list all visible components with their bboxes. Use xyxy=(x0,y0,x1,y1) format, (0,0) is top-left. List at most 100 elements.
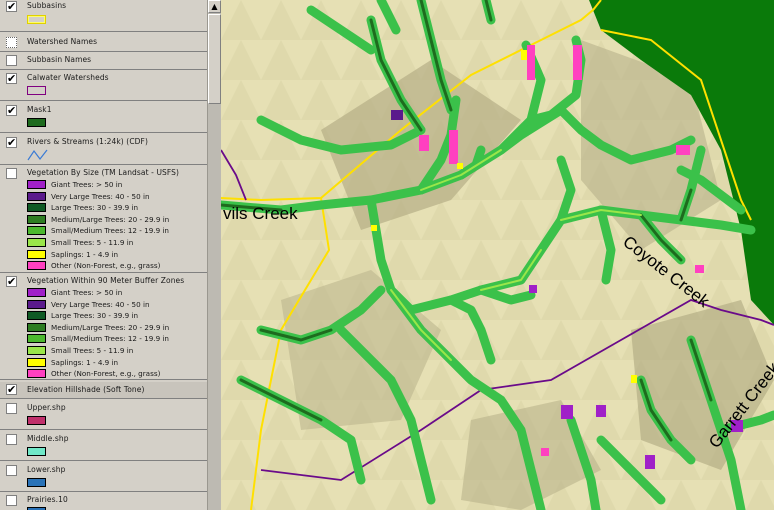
legend-class-swatch xyxy=(27,357,46,367)
legend-class-label: Large Trees: 30 - 39.9 in xyxy=(51,311,139,321)
separator xyxy=(0,100,207,101)
stream-line-icon xyxy=(27,149,48,161)
layer-elevation-label: Elevation Hillshade (Soft Tone) xyxy=(27,385,145,394)
map-canvas[interactable] xyxy=(221,0,774,510)
legend-class-row: Large Trees: 30 - 39.9 in xyxy=(27,202,207,213)
legend-class-label: Saplings: 1 - 4.9 in xyxy=(51,357,119,367)
layer-prairies[interactable]: Prairies.10 xyxy=(0,494,207,508)
legend-class-swatch xyxy=(27,180,46,189)
legend-class-label: Small/Medium Trees: 12 - 19.9 in xyxy=(51,226,169,236)
legend-class-row: Small/Medium Trees: 12 - 19.9 in xyxy=(27,333,207,344)
layer-middle-label: Middle.shp xyxy=(27,434,69,443)
layer-calwater-label: Calwater Watersheds xyxy=(27,73,109,82)
layer-mask1-checkbox[interactable]: ✔ xyxy=(6,105,17,116)
layer-mask1[interactable]: ✔ Mask1 xyxy=(0,104,207,118)
layer-watershed-names-label: Watershed Names xyxy=(27,37,98,46)
layer-watershed-names[interactable]: Watershed Names xyxy=(0,36,207,50)
legend-class-swatch xyxy=(27,249,46,259)
separator xyxy=(0,491,207,492)
legend-class-swatch xyxy=(27,369,46,379)
legend-class-swatch xyxy=(27,191,46,201)
layer-subbasin-names-checkbox[interactable] xyxy=(6,55,17,66)
layer-elevation-checkbox[interactable]: ✔ xyxy=(6,384,17,395)
legend-class-label: Other (Non-Forest, e.g., grass) xyxy=(51,369,161,379)
legend-class-label: Medium/Large Trees: 20 - 29.9 in xyxy=(51,214,170,224)
separator xyxy=(0,429,207,430)
separator xyxy=(0,51,207,52)
layer-subbasins[interactable]: ✔ Subbasins xyxy=(0,0,207,14)
layer-subbasins-checkbox[interactable]: ✔ xyxy=(6,1,17,12)
legend-class-label: Very Large Trees: 40 - 50 in xyxy=(51,191,150,201)
legend-class-swatch xyxy=(27,238,46,247)
legend-class-label: Giant Trees: > 50 in xyxy=(51,180,123,189)
legend-class-swatch xyxy=(27,311,46,321)
layer-calwater-watersheds[interactable]: ✔ Calwater Watersheds xyxy=(0,72,207,86)
legend-class-label: Very Large Trees: 40 - 50 in xyxy=(51,299,150,309)
layer-upper-checkbox[interactable] xyxy=(6,403,17,414)
layer-veg-size-label: Vegetation By Size (TM Landsat - USFS) xyxy=(27,168,180,177)
legend-class-row: Large Trees: 30 - 39.9 in xyxy=(27,310,207,321)
upper-symbol xyxy=(27,416,46,425)
layer-veg-buffer-label: Vegetation Within 90 Meter Buffer Zones xyxy=(27,276,185,285)
legend-class-label: Small Trees: 5 - 11.9 in xyxy=(51,346,134,355)
legend-class-row: Small Trees: 5 - 11.9 in xyxy=(27,345,207,356)
legend-class-swatch xyxy=(27,214,46,224)
layer-prairies-label: Prairies.10 xyxy=(27,495,68,504)
scrollbar-thumb[interactable] xyxy=(208,14,221,104)
legend-class-row: Other (Non-Forest, e.g., grass) xyxy=(27,368,207,379)
legend-class-swatch xyxy=(27,299,46,309)
mask1-symbol xyxy=(27,118,46,127)
legend-class-label: Saplings: 1 - 4.9 in xyxy=(51,249,119,259)
legend-class-row: Small Trees: 5 - 11.9 in xyxy=(27,237,207,248)
separator xyxy=(0,272,207,273)
layer-middle-shp[interactable]: Middle.shp xyxy=(0,433,207,447)
legend-class-label: Giant Trees: > 50 in xyxy=(51,288,123,297)
legend-class-row: Giant Trees: > 50 in xyxy=(27,179,207,190)
layer-veg-buffer-checkbox[interactable]: ✔ xyxy=(6,276,17,287)
legend-class-label: Small Trees: 5 - 11.9 in xyxy=(51,238,134,247)
legend-class-label: Small/Medium Trees: 12 - 19.9 in xyxy=(51,334,169,344)
layer-subbasin-names[interactable]: Subbasin Names xyxy=(0,54,207,68)
table-of-contents-panel: ✔ Subbasins Watershed Names Subbasin Nam… xyxy=(0,0,207,510)
layer-upper-label: Upper.shp xyxy=(27,403,66,412)
layer-lower-shp[interactable]: Lower.shp xyxy=(0,464,207,478)
layer-middle-checkbox[interactable] xyxy=(6,434,17,445)
legend-class-row: Giant Trees: > 50 in xyxy=(27,287,207,298)
legend-class-swatch xyxy=(27,261,46,271)
layer-veg-size-checkbox[interactable] xyxy=(6,168,17,179)
lower-symbol xyxy=(27,478,46,487)
layer-lower-label: Lower.shp xyxy=(27,465,66,474)
legend-class-row: Small/Medium Trees: 12 - 19.9 in xyxy=(27,225,207,236)
separator xyxy=(0,460,207,461)
layer-elevation-hillshade[interactable]: ✔ Elevation Hillshade (Soft Tone) xyxy=(0,382,207,398)
separator xyxy=(0,69,207,70)
layer-calwater-checkbox[interactable]: ✔ xyxy=(6,73,17,84)
separator xyxy=(0,132,207,133)
creek-label-devils: vils Creek xyxy=(223,204,298,223)
legend-class-row: Other (Non-Forest, e.g., grass) xyxy=(27,260,207,271)
map-view[interactable]: vils Creek Coyote Creek Garrett Creek xyxy=(221,0,774,510)
middle-symbol xyxy=(27,447,46,456)
layer-rivers-label: Rivers & Streams (1:24k) (CDF) xyxy=(27,137,148,146)
separator xyxy=(0,398,207,399)
legend-class-row: Medium/Large Trees: 20 - 29.9 in xyxy=(27,322,207,333)
legend-class-row: Saplings: 1 - 4.9 in xyxy=(27,357,207,368)
legend-class-row: Medium/Large Trees: 20 - 29.9 in xyxy=(27,214,207,225)
separator xyxy=(0,31,207,32)
legend-class-swatch xyxy=(27,288,46,297)
layer-watershed-names-checkbox[interactable] xyxy=(6,37,17,48)
layer-lower-checkbox[interactable] xyxy=(6,465,17,476)
layer-upper-shp[interactable]: Upper.shp xyxy=(0,402,207,416)
legend-scrollbar[interactable]: ▲ xyxy=(207,0,221,510)
layer-mask1-label: Mask1 xyxy=(27,105,52,114)
separator xyxy=(0,164,207,165)
legend-class-label: Other (Non-Forest, e.g., grass) xyxy=(51,261,161,271)
legend-class-row: Saplings: 1 - 4.9 in xyxy=(27,249,207,260)
legend-class-label: Large Trees: 30 - 39.9 in xyxy=(51,203,139,213)
separator xyxy=(0,379,207,380)
subbasins-symbol xyxy=(27,15,46,24)
layer-rivers-checkbox[interactable]: ✔ xyxy=(6,137,17,148)
scroll-up-arrow-icon[interactable]: ▲ xyxy=(208,0,221,13)
legend-class-swatch xyxy=(27,346,46,355)
layer-prairies-checkbox[interactable] xyxy=(6,495,17,506)
